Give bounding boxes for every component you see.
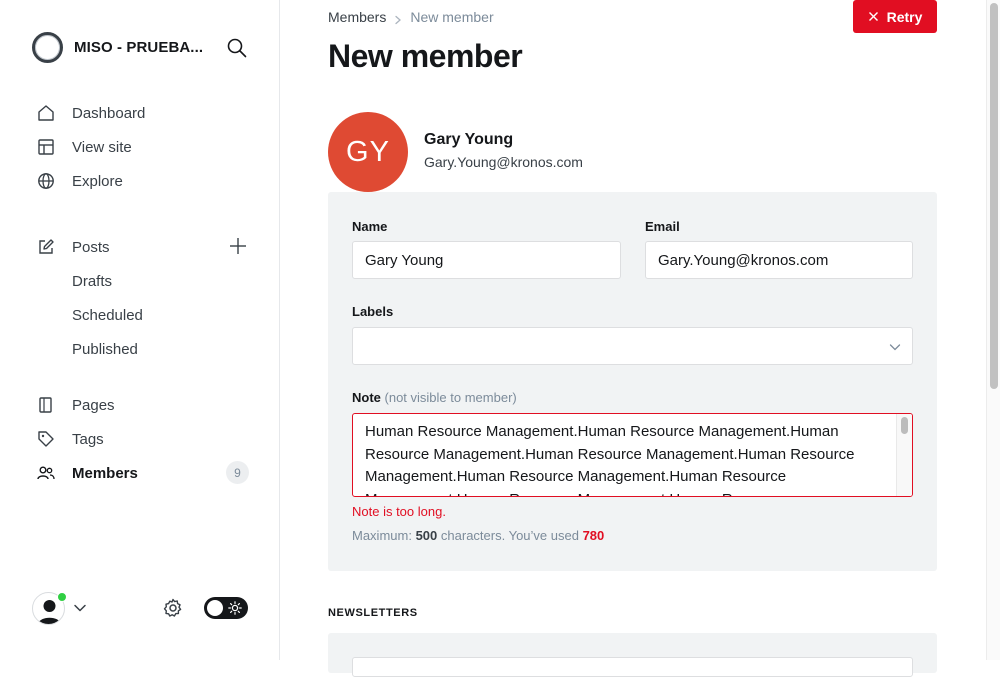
nav-members[interactable]: Members bbox=[36, 461, 256, 485]
search-icon[interactable] bbox=[226, 37, 248, 59]
nav-members-label: Members bbox=[72, 464, 138, 482]
note-label: Note (not visible to member) bbox=[352, 390, 517, 405]
add-post-icon[interactable] bbox=[228, 236, 248, 256]
online-status-dot bbox=[57, 592, 67, 602]
member-name: Gary Young bbox=[424, 131, 514, 148]
theme-toggle[interactable] bbox=[204, 597, 248, 619]
note-used: 780 bbox=[582, 528, 605, 543]
nav-published[interactable]: Published bbox=[72, 337, 292, 361]
nav-scheduled[interactable]: Scheduled bbox=[72, 303, 292, 327]
note-hint: (not visible to member) bbox=[384, 390, 517, 405]
note-character-count: Maximum: 500 characters. You’ve used 780 bbox=[352, 528, 604, 543]
toggle-knob bbox=[207, 600, 223, 616]
nav-dashboard-label: Dashboard bbox=[72, 104, 146, 122]
note-scrollbar-thumb[interactable] bbox=[901, 417, 908, 434]
globe-icon bbox=[36, 171, 56, 191]
note-count-prefix: Maximum: bbox=[352, 528, 412, 543]
window-scrollbar[interactable] bbox=[986, 0, 1000, 660]
note-value: Human Resource Management.Human Resource… bbox=[365, 423, 855, 496]
note-textarea[interactable]: Human Resource Management.Human Resource… bbox=[352, 413, 913, 497]
member-avatar: GY bbox=[328, 112, 408, 192]
users-icon bbox=[36, 463, 56, 483]
labels-label: Labels bbox=[352, 304, 394, 319]
window-scrollbar-thumb[interactable] bbox=[990, 3, 998, 389]
email-field[interactable]: Gary.Young@kronos.com bbox=[645, 241, 913, 279]
note-label-text: Note bbox=[352, 390, 381, 405]
nav-explore-label: Explore bbox=[72, 172, 123, 190]
sidebar: MISO - PRUEBA... Dashboard View site Exp… bbox=[0, 0, 280, 660]
chevron-down-icon bbox=[888, 340, 902, 354]
members-count-badge: 9 bbox=[226, 461, 249, 484]
nav-pages-label: Pages bbox=[72, 396, 115, 414]
member-email: Gary.Young@kronos.com bbox=[424, 154, 583, 170]
note-count-mid: characters. You’ve used bbox=[440, 528, 579, 543]
nav-published-label: Published bbox=[72, 340, 138, 358]
name-label: Name bbox=[352, 219, 388, 234]
nav-tags-label: Tags bbox=[72, 430, 104, 448]
newsletters-panel bbox=[328, 633, 937, 677]
home-icon bbox=[36, 103, 56, 123]
retry-button[interactable]: Retry bbox=[853, 0, 937, 33]
close-icon bbox=[868, 12, 878, 21]
site-name: MISO - PRUEBA... bbox=[74, 39, 204, 56]
nav-tags[interactable]: Tags bbox=[36, 427, 256, 451]
tag-icon bbox=[36, 429, 56, 449]
chevron-down-icon[interactable] bbox=[72, 600, 88, 616]
nav-drafts[interactable]: Drafts bbox=[72, 269, 292, 293]
email-label: Email bbox=[645, 219, 680, 234]
chevron-right-icon bbox=[393, 12, 403, 25]
sun-icon bbox=[228, 601, 242, 615]
breadcrumb: Members New member bbox=[328, 9, 494, 25]
main-content: Members New member Retry New member GY G… bbox=[281, 0, 986, 677]
note-error-message: Note is too long. bbox=[352, 504, 446, 519]
nav-scheduled-label: Scheduled bbox=[72, 306, 143, 324]
breadcrumb-members-link[interactable]: Members bbox=[328, 9, 386, 25]
brand[interactable]: MISO - PRUEBA... bbox=[32, 32, 203, 63]
labels-select[interactable] bbox=[352, 327, 913, 365]
newsletters-heading: NEWSLETTERS bbox=[328, 607, 418, 619]
name-field[interactable]: Gary Young bbox=[352, 241, 621, 279]
nav-posts[interactable]: Posts bbox=[36, 235, 256, 259]
nav-view-site[interactable]: View site bbox=[36, 135, 256, 159]
member-form: Name Gary Young Email Gary.Young@kronos.… bbox=[328, 192, 937, 571]
site-logo-icon bbox=[32, 32, 63, 63]
edit-icon bbox=[36, 237, 56, 257]
nav-view-site-label: View site bbox=[72, 138, 132, 156]
nav-drafts-label: Drafts bbox=[72, 272, 113, 290]
layout-icon bbox=[36, 137, 56, 157]
nav-posts-label: Posts bbox=[72, 238, 110, 256]
nav-pages[interactable]: Pages bbox=[36, 393, 256, 417]
page-title: New member bbox=[328, 38, 523, 74]
nav-dashboard[interactable]: Dashboard bbox=[36, 101, 256, 125]
note-scrollbar[interactable] bbox=[896, 414, 912, 496]
nav-explore[interactable]: Explore bbox=[36, 169, 256, 193]
retry-label: Retry bbox=[886, 8, 923, 25]
note-max: 500 bbox=[415, 528, 438, 543]
gear-icon[interactable] bbox=[162, 597, 184, 619]
page-icon bbox=[36, 395, 56, 415]
newsletters-list bbox=[352, 657, 913, 677]
breadcrumb-current: New member bbox=[410, 9, 494, 25]
